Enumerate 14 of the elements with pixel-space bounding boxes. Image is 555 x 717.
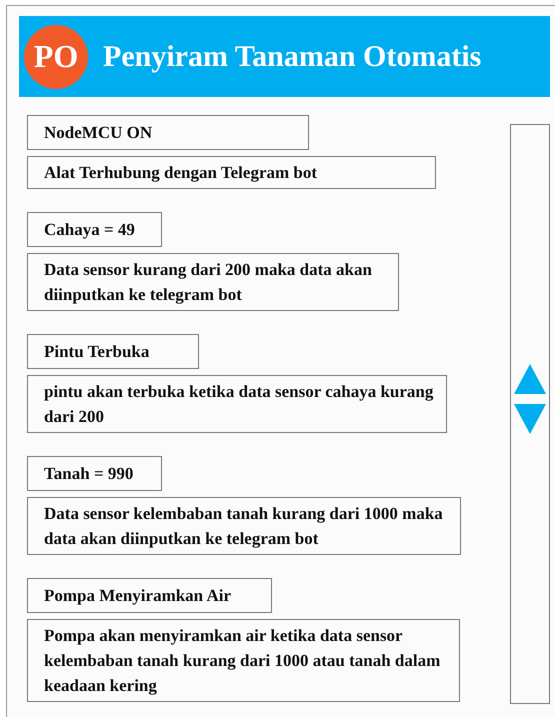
status-label: Cahaya = 49 bbox=[27, 212, 162, 247]
description-box: pintu akan terbuka ketika data sensor cahaya kurang dari 200 bbox=[27, 375, 447, 433]
description-box: Data sensor kurang dari 200 maka data akan diinputkan ke telegram bot bbox=[27, 253, 399, 311]
description-box: Data sensor kelembaban tanah kurang dari 1000 maka data akan diinputkan ke telegram bot bbox=[27, 497, 461, 555]
status-label: Tanah = 990 bbox=[27, 456, 162, 491]
logo-badge: PO bbox=[24, 24, 88, 88]
scroll-up-icon[interactable] bbox=[514, 364, 546, 394]
scroll-down-icon[interactable] bbox=[514, 404, 546, 434]
status-label: Pintu Terbuka bbox=[27, 334, 199, 369]
description-box: Pompa akan menyiramkan air ketika data sensor kelembaban tanah kurang dari 1000 atau tanah dalam keadaan kering bbox=[27, 619, 460, 702]
app-title: Penyiram Tanaman Otomatis bbox=[103, 40, 482, 74]
description-box: Alat Terhubung dengan Telegram bot bbox=[27, 156, 436, 189]
status-label: NodeMCU ON bbox=[27, 115, 309, 150]
status-label: Pompa Menyiramkan Air bbox=[27, 578, 272, 613]
